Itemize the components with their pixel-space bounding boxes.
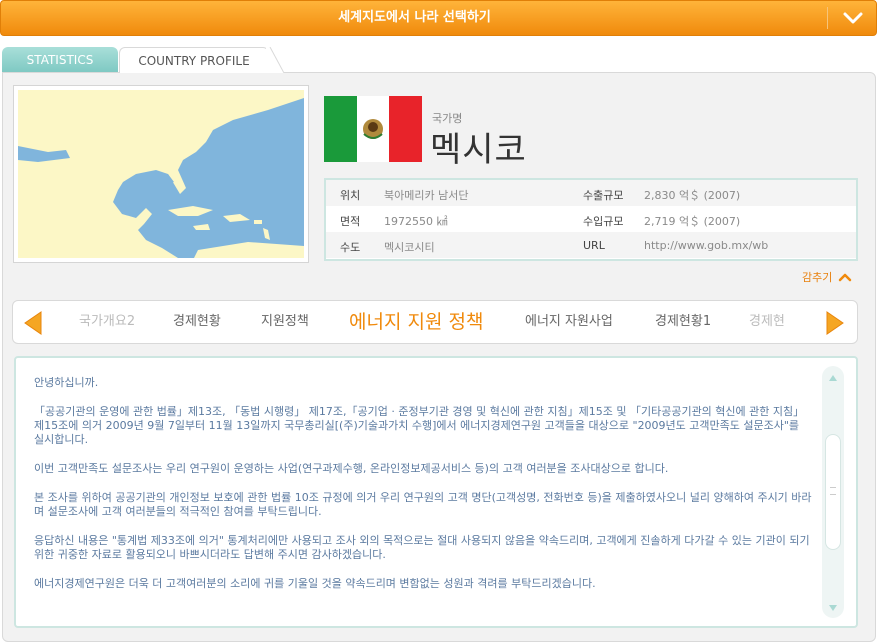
menu-item[interactable]: 에너지 자원사업 bbox=[525, 301, 613, 343]
divider bbox=[827, 7, 828, 29]
next-arrow-icon[interactable] bbox=[821, 309, 847, 337]
grip-icon bbox=[830, 487, 836, 495]
notice-text: 안녕하십니까. 「공공기관의 운영에 관한 법률」제13조, 「동법 시행령」 … bbox=[34, 376, 812, 606]
chevron-down-icon[interactable] bbox=[838, 5, 868, 31]
tab-statistics[interactable]: STATISTICS bbox=[2, 47, 118, 73]
notice-paragraph: 에너지경제연구원은 더욱 더 고객여러분의 소리에 귀를 기울일 것을 약속드리… bbox=[34, 577, 596, 590]
menu-item[interactable]: 국가개요2 bbox=[79, 301, 135, 343]
country-info-table: 위치 북아메리카 남서단 수출규모 2,830 억＄ (2007) 면적 197… bbox=[324, 178, 858, 261]
tab-country-profile[interactable]: COUNTRY PROFILE bbox=[119, 47, 269, 73]
map-illustration bbox=[18, 90, 304, 258]
country-select-bar[interactable]: 세계지도에서 나라 선택하기 bbox=[0, 0, 877, 36]
scroll-up-icon[interactable] bbox=[826, 370, 840, 384]
menu-item[interactable]: 경제현황 bbox=[173, 301, 221, 343]
info-key: 면적 bbox=[340, 215, 361, 228]
info-key: 수도 bbox=[340, 241, 361, 254]
menu-item[interactable]: 경제현황1 bbox=[655, 301, 711, 343]
info-key: URL bbox=[583, 239, 605, 252]
menu-item-active[interactable]: 에너지 지원 정책 bbox=[349, 301, 483, 343]
notice-paragraph: 응답하신 내용은 "통계법 제33조에 의거" 통계처리에만 사용되고 조사 외… bbox=[34, 534, 810, 561]
info-key: 수출규모 bbox=[583, 189, 624, 202]
prev-arrow-icon[interactable] bbox=[21, 309, 47, 337]
notice-paragraph: 본 조사를 위하여 공공기관의 개인정보 보호에 관한 법률 10조 규정에 의… bbox=[34, 491, 812, 518]
table-row: 위치 북아메리카 남서단 수출규모 2,830 억＄ (2007) bbox=[326, 180, 856, 206]
info-key: 수입규모 bbox=[583, 215, 624, 228]
notice-paragraph: 안녕하십니까. bbox=[34, 376, 99, 389]
info-key: 위치 bbox=[340, 189, 361, 202]
info-value: 2,719 억＄ (2007) bbox=[644, 215, 741, 228]
table-row: 수도 멕시코시티 URL http://www.gob.mx/wb bbox=[326, 232, 856, 258]
notice-paragraph: 「공공기관의 운영에 관한 법률」제13조, 「동법 시행령」 제17조,「공기… bbox=[34, 405, 805, 446]
country-select-title[interactable]: 세계지도에서 나라 선택하기 bbox=[1, 1, 828, 35]
scrollbar-thumb[interactable] bbox=[825, 434, 841, 550]
country-map[interactable] bbox=[14, 86, 308, 262]
scrollbar[interactable] bbox=[822, 366, 844, 618]
info-value: 2,830 억＄ (2007) bbox=[644, 189, 741, 202]
info-value: 1972550 ㎢ bbox=[384, 215, 448, 228]
collapse-button[interactable]: 감추기 bbox=[802, 269, 832, 285]
notice-box: 안녕하십니까. 「공공기관의 운영에 관한 법률」제13조, 「동법 시행령」 … bbox=[14, 356, 858, 628]
table-row: 면적 1972550 ㎢ 수입규모 2,719 억＄ (2007) bbox=[326, 206, 856, 232]
info-value: 북아메리카 남서단 bbox=[384, 189, 469, 202]
info-url[interactable]: http://www.gob.mx/wb bbox=[644, 239, 768, 252]
mexico-flag bbox=[324, 96, 422, 162]
chevron-up-icon[interactable] bbox=[838, 268, 852, 282]
notice-paragraph: 이번 고객만족도 설문조사는 우리 연구원이 운영하는 사업(연구과제수행, 온… bbox=[34, 462, 669, 475]
scroll-down-icon[interactable] bbox=[826, 600, 840, 614]
info-value: 멕시코시티 bbox=[384, 241, 435, 254]
menu-item[interactable]: 경제현 bbox=[749, 301, 785, 343]
tab-corner bbox=[266, 47, 284, 73]
menu-item[interactable]: 지원정책 bbox=[261, 301, 309, 343]
profile-menu-bar: 국가개요2 경제현황 지원정책 에너지 지원 정책 에너지 자원사업 경제현황1… bbox=[12, 300, 858, 344]
country-name: 멕시코 bbox=[430, 130, 527, 170]
